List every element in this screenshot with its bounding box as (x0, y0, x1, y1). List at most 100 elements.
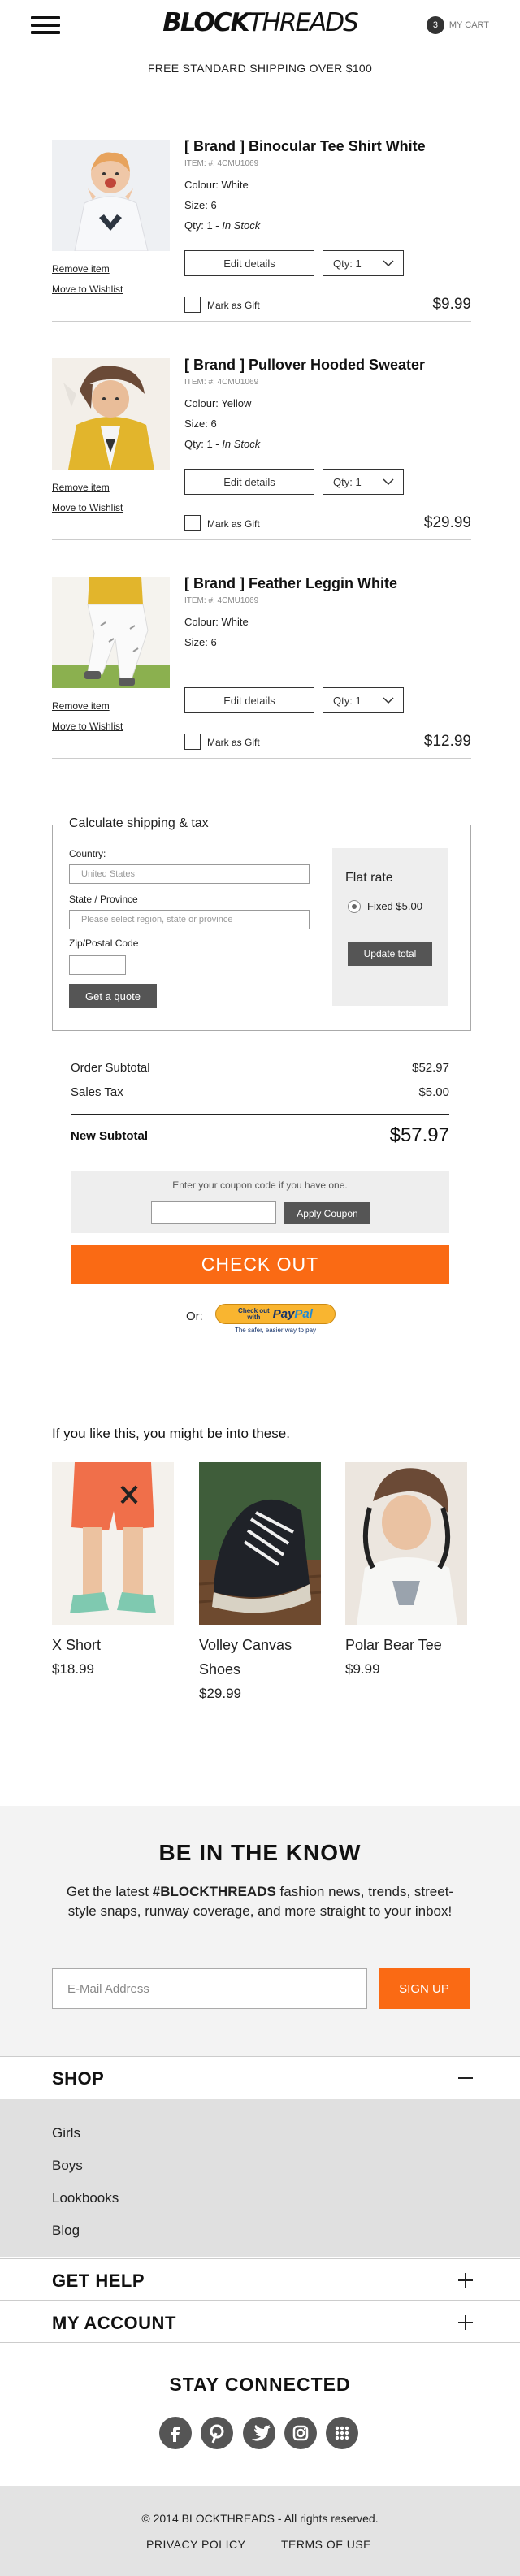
privacy-policy-link[interactable]: PRIVACY POLICY (146, 2538, 245, 2551)
paypal-tagline: The safer, easier way to pay (234, 1327, 317, 1334)
product-name[interactable]: Volley Canvas Shoes (199, 1633, 321, 1682)
product-image[interactable] (52, 1462, 174, 1625)
get-quote-button[interactable]: Get a quote (69, 984, 157, 1008)
or-label: Or: (186, 1310, 203, 1323)
coupon-panel: Enter your coupon code if you have one. … (71, 1171, 449, 1233)
cart-label: MY CART (448, 20, 489, 30)
paypal-checkout-button[interactable]: Check out with PayPal The safer, easier w… (215, 1304, 336, 1336)
product-image[interactable] (199, 1462, 321, 1625)
subtotal-label: Order Subtotal (71, 1061, 150, 1075)
paypal-button-pill: Check out with PayPal (215, 1304, 336, 1324)
remove-item-link[interactable]: Remove item (52, 263, 110, 275)
gift-label: Mark as Gift (207, 518, 260, 530)
shipping-calculator: Calculate shipping & tax Country: United… (52, 816, 471, 1031)
product-image[interactable] (52, 577, 170, 688)
product-image[interactable] (52, 140, 170, 251)
shipping-rate-panel: Flat rate Fixed $5.00 Update total (332, 848, 448, 1006)
shipping-promo: FREE STANDARD SHIPPING OVER $100 (147, 62, 373, 75)
state-select[interactable]: Please select region, state or province (69, 910, 310, 929)
remove-item-link[interactable]: Remove item (52, 700, 110, 712)
item-sku: ITEM: #: 4CMU1069 (184, 596, 259, 605)
item-price: $9.99 (432, 296, 471, 313)
product-card[interactable]: X Short $18.99 (52, 1462, 174, 1682)
update-total-button[interactable]: Update total (348, 942, 432, 966)
subtotal-value: $52.97 (412, 1061, 449, 1075)
shop-link-lookbooks[interactable]: Lookbooks (52, 2190, 119, 2206)
pinterest-icon[interactable] (201, 2417, 233, 2449)
minus-icon (458, 2071, 473, 2085)
item-qty-stock: Qty: 1 - In Stock (184, 438, 261, 450)
gift-checkbox[interactable] (184, 297, 201, 313)
item-title[interactable]: [ Brand ] Pullover Hooded Sweater (184, 357, 425, 374)
checkout-button[interactable]: CHECK OUT (71, 1245, 449, 1284)
paypal-logo: PayPal (272, 1307, 313, 1321)
email-field[interactable]: E-Mail Address (52, 1968, 367, 2009)
product-image[interactable] (345, 1462, 467, 1625)
item-colour: Colour: White (184, 616, 249, 628)
qty-select[interactable]: Qty: 1 (323, 250, 404, 276)
shop-links: Girls Boys Lookbooks Blog (0, 2099, 520, 2257)
item-sku: ITEM: #: 4CMU1069 (184, 159, 259, 168)
move-to-wishlist-link[interactable]: Move to Wishlist (52, 284, 123, 295)
rate-title: Flat rate (345, 871, 393, 885)
country-select[interactable]: United States (69, 864, 310, 884)
shop-accordion-label: SHOP (52, 2068, 105, 2089)
help-accordion-label: GET HELP (52, 2271, 145, 2291)
item-qty-stock: Qty: 1 - In Stock (184, 219, 261, 232)
sign-up-button[interactable]: SIGN UP (379, 1968, 470, 2009)
qty-select[interactable]: Qty: 1 (323, 469, 404, 495)
product-price: $9.99 (345, 1661, 380, 1677)
edit-details-button[interactable]: Edit details (184, 687, 314, 713)
gift-checkbox[interactable] (184, 734, 201, 750)
help-accordion[interactable]: GET HELP (0, 2258, 520, 2301)
terms-of-use-link[interactable]: TERMS OF USE (281, 2538, 371, 2551)
state-label: State / Province (69, 894, 138, 905)
item-size: Size: 6 (184, 199, 217, 211)
grid-icon[interactable] (326, 2417, 358, 2449)
product-price: $18.99 (52, 1661, 94, 1677)
product-name[interactable]: Polar Bear Tee (345, 1633, 467, 1657)
item-price: $12.99 (423, 733, 471, 750)
plus-icon (458, 2273, 473, 2288)
paypal-checkout-text: Check out with (238, 1306, 270, 1321)
instagram-icon[interactable] (284, 2417, 317, 2449)
cart-item: Remove item Move to Wishlist [ Brand ] B… (52, 138, 471, 322)
shop-link-blog[interactable]: Blog (52, 2223, 80, 2239)
newsletter-text: Get the latest #BLOCKTHREADS fashion new… (66, 1884, 454, 1919)
product-price: $29.99 (199, 1686, 241, 1701)
account-accordion[interactable]: MY ACCOUNT (0, 2301, 520, 2343)
flat-rate-radio[interactable] (348, 900, 361, 913)
apply-coupon-button[interactable]: Apply Coupon (284, 1202, 370, 1224)
gift-label: Mark as Gift (207, 300, 260, 311)
product-card[interactable]: Volley Canvas Shoes $29.99 (199, 1462, 321, 1706)
remove-item-link[interactable]: Remove item (52, 482, 110, 493)
chevron-down-icon (383, 478, 394, 486)
product-card[interactable]: Polar Bear Tee $9.99 (345, 1462, 467, 1682)
item-colour: Colour: Yellow (184, 397, 252, 409)
coupon-input[interactable] (151, 1201, 276, 1224)
product-name[interactable]: X Short (52, 1633, 174, 1657)
gift-checkbox[interactable] (184, 515, 201, 531)
item-title[interactable]: [ Brand ] Binocular Tee Shirt White (184, 138, 426, 155)
item-colour: Colour: White (184, 179, 249, 191)
plus-icon (458, 2315, 473, 2330)
chevron-down-icon (383, 260, 394, 267)
edit-details-button[interactable]: Edit details (184, 250, 314, 276)
tax-label: Sales Tax (71, 1085, 124, 1099)
cart-link[interactable]: 3 MY CART (426, 16, 489, 34)
qty-select[interactable]: Qty: 1 (323, 687, 404, 713)
zip-input[interactable] (69, 955, 126, 975)
facebook-icon[interactable] (159, 2417, 192, 2449)
move-to-wishlist-link[interactable]: Move to Wishlist (52, 502, 123, 513)
new-subtotal-label: New Subtotal (71, 1129, 149, 1143)
shop-accordion[interactable]: SHOP (0, 2056, 520, 2098)
new-subtotal-value: $57.97 (389, 1124, 449, 1146)
shop-link-girls[interactable]: Girls (52, 2125, 80, 2141)
twitter-icon[interactable] (243, 2417, 275, 2449)
shop-link-boys[interactable]: Boys (52, 2158, 83, 2174)
edit-details-button[interactable]: Edit details (184, 469, 314, 495)
item-title[interactable]: [ Brand ] Feather Leggin White (184, 575, 397, 592)
product-image[interactable] (52, 358, 170, 470)
site-header: BLOCKTHREADS 3 MY CART (0, 0, 520, 50)
move-to-wishlist-link[interactable]: Move to Wishlist (52, 721, 123, 732)
